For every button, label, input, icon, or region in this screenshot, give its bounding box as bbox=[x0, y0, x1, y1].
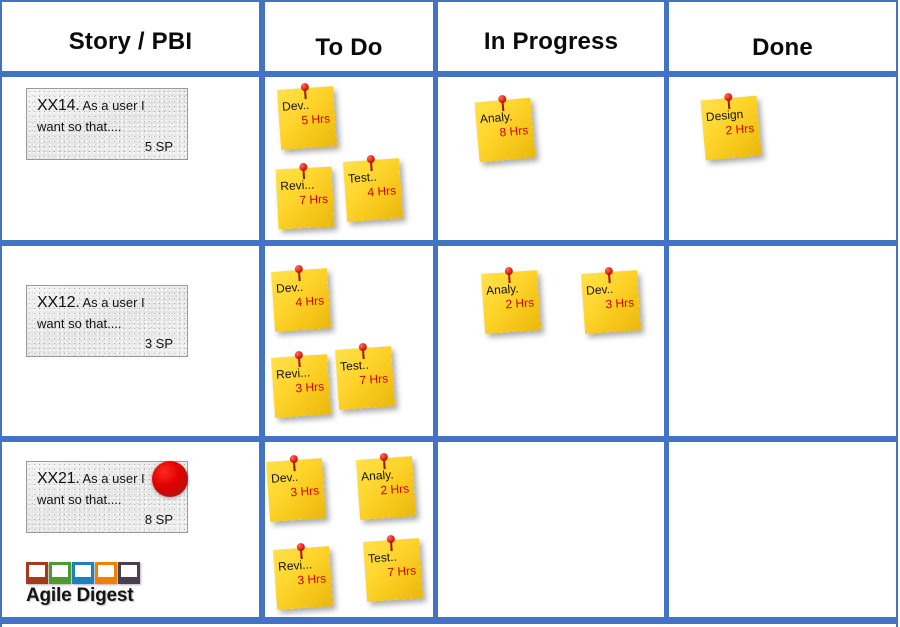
story-text-line2: want so that.... bbox=[37, 492, 122, 507]
story-id: XX14. bbox=[37, 97, 80, 114]
header-row-separator bbox=[2, 71, 896, 77]
task-hours: 3 Hrs bbox=[604, 295, 635, 312]
story-text-line2: want so that.... bbox=[37, 119, 122, 134]
logo-frame-4 bbox=[95, 562, 117, 584]
column-header-todo: To Do bbox=[315, 34, 383, 61]
pushpin-icon bbox=[497, 94, 507, 112]
task-note[interactable]: Design 2 Hrs bbox=[700, 92, 762, 161]
pushpin-icon bbox=[294, 350, 304, 368]
pushpin-icon bbox=[386, 534, 396, 552]
task-note[interactable]: Test.. 4 Hrs bbox=[342, 154, 404, 222]
column-header-story: Story / PBI bbox=[68, 28, 193, 55]
task-note[interactable]: Analy. 2 Hrs bbox=[480, 266, 542, 334]
scrum-task-board: Story / PBI To Do In Progress Done XX14.… bbox=[0, 0, 900, 627]
task-title: Revi... bbox=[279, 177, 315, 194]
task-note[interactable]: Dev.. 3 Hrs bbox=[265, 454, 327, 522]
task-hours: 5 Hrs bbox=[300, 111, 331, 128]
logo-frame-5 bbox=[118, 562, 140, 584]
pushpin-icon bbox=[300, 82, 310, 100]
task-hours: 3 Hrs bbox=[289, 483, 320, 500]
board-border-bottom bbox=[0, 617, 898, 624]
pushpin-icon bbox=[296, 542, 306, 560]
story-title-line: XX12. As a user I bbox=[37, 294, 177, 312]
story-title-line: XX14. As a user I bbox=[37, 97, 177, 115]
task-hours: 3 Hrs bbox=[294, 379, 325, 396]
task-note[interactable]: Dev.. 5 Hrs bbox=[276, 82, 338, 150]
story-text-line1: As a user I bbox=[82, 98, 145, 113]
pushpin-icon bbox=[366, 154, 376, 172]
task-note[interactable]: Test.. 7 Hrs bbox=[334, 342, 396, 410]
story-text-line1: As a user I bbox=[82, 471, 145, 486]
task-hours: 2 Hrs bbox=[504, 295, 535, 312]
story-points: 3 SP bbox=[144, 336, 173, 351]
story-id: XX12. bbox=[37, 294, 80, 311]
column-separator-story-todo bbox=[259, 0, 265, 624]
logo-text: Agile Digest bbox=[26, 585, 134, 606]
logo-frame-3 bbox=[72, 562, 94, 584]
agile-digest-logo: Agile Digest bbox=[26, 558, 176, 607]
task-hours: 2 Hrs bbox=[724, 121, 755, 138]
task-note[interactable]: Revi... 7 Hrs bbox=[275, 162, 335, 230]
story-text-line1: As a user I bbox=[82, 295, 145, 310]
task-note[interactable]: Test.. 7 Hrs bbox=[362, 534, 424, 602]
board-border-left bbox=[0, 0, 2, 627]
logo-frame-1 bbox=[26, 562, 48, 584]
pushpin-icon bbox=[379, 452, 389, 470]
story-id: XX21. bbox=[37, 470, 80, 487]
row-separator-2 bbox=[2, 436, 896, 442]
task-note[interactable]: Dev.. 3 Hrs bbox=[580, 266, 642, 334]
task-hours: 2 Hrs bbox=[379, 481, 410, 498]
story-points: 8 SP bbox=[144, 512, 173, 527]
pushpin-icon bbox=[299, 162, 308, 180]
column-separator-todo-inprogress bbox=[433, 0, 438, 624]
row-separator-1 bbox=[2, 240, 896, 246]
pushpin-icon bbox=[289, 454, 299, 472]
story-text-line2: want so that.... bbox=[37, 316, 122, 331]
column-header-in-progress: In Progress bbox=[483, 28, 619, 55]
pushpin-icon bbox=[294, 264, 304, 282]
pushpin-icon bbox=[723, 92, 733, 110]
task-hours: 7 Hrs bbox=[358, 371, 389, 388]
task-hours: 8 Hrs bbox=[498, 123, 529, 140]
task-note[interactable]: Analy. 8 Hrs bbox=[474, 94, 536, 163]
story-points: 5 SP bbox=[144, 139, 173, 154]
task-hours: 4 Hrs bbox=[294, 293, 325, 310]
pushpin-icon bbox=[604, 266, 614, 284]
task-hours: 7 Hrs bbox=[299, 191, 329, 208]
story-card[interactable]: XX14. As a user I want so that.... 5 SP bbox=[26, 88, 188, 160]
task-note[interactable]: Analy. 2 Hrs bbox=[355, 452, 417, 520]
task-note[interactable]: Revi... 3 Hrs bbox=[270, 350, 332, 418]
task-note[interactable]: Dev.. 4 Hrs bbox=[270, 264, 332, 332]
pushpin-icon bbox=[504, 266, 514, 284]
blocker-marker-icon bbox=[152, 461, 188, 497]
task-note[interactable]: Revi... 3 Hrs bbox=[272, 542, 334, 610]
logo-frames-icon bbox=[26, 558, 176, 584]
board-border-right bbox=[896, 0, 898, 627]
column-separator-inprogress-done bbox=[664, 0, 669, 624]
task-hours: 4 Hrs bbox=[366, 183, 397, 200]
task-hours: 7 Hrs bbox=[386, 563, 417, 580]
board-border-top bbox=[0, 0, 898, 2]
column-header-done: Done bbox=[752, 34, 813, 61]
task-hours: 3 Hrs bbox=[296, 571, 327, 588]
story-card[interactable]: XX12. As a user I want so that.... 3 SP bbox=[26, 285, 188, 357]
logo-frame-2 bbox=[49, 562, 71, 584]
pushpin-icon bbox=[358, 342, 368, 360]
